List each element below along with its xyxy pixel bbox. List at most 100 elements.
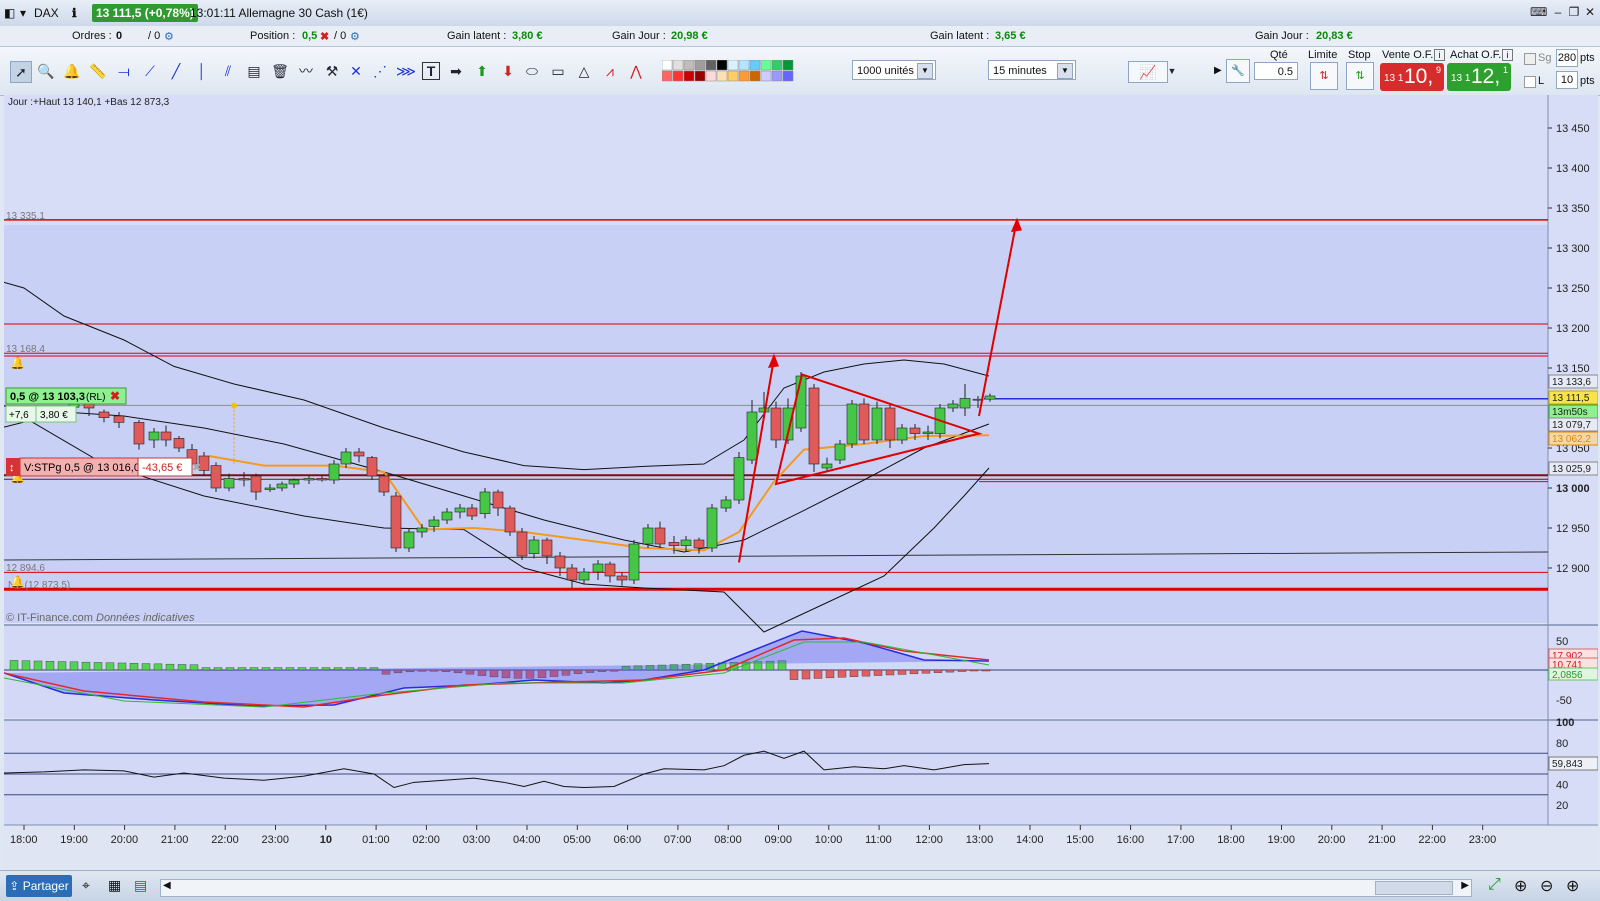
x-tick-label: 03:00 (463, 834, 491, 846)
qte-input[interactable]: 0.5 (1254, 62, 1298, 80)
x-tick-label: 07:00 (664, 834, 692, 846)
x-tick-label: 10:00 (815, 834, 843, 846)
chevron-down-icon[interactable]: ▾ (20, 6, 26, 20)
channel-icon[interactable]: ⫽ (218, 61, 238, 81)
gain-latent-value: 3,80 € (512, 30, 543, 42)
scroll-left-icon[interactable]: ◀ (163, 880, 171, 891)
grid-icon[interactable]: ▤ (134, 877, 147, 894)
fan-icon[interactable]: ⋰ (370, 61, 390, 81)
ellipse-icon[interactable]: ⬭ (522, 61, 542, 81)
l-checkbox[interactable] (1524, 76, 1536, 88)
buy-price-decimal: 1 (1503, 65, 1509, 75)
vertical-line-icon[interactable]: │ (192, 61, 212, 81)
cross-icon[interactable]: ✕ (346, 61, 366, 81)
x-tick-label: 21:00 (1368, 834, 1396, 846)
close-stop-icon[interactable]: ✖ (192, 462, 201, 474)
zoom-in-icon[interactable]: ⊕ (1566, 876, 1579, 896)
settings-icon[interactable]: ⚙ (350, 30, 360, 43)
time-axis[interactable] (4, 825, 1598, 870)
x-tick-label: 10 (320, 834, 332, 846)
stop-order-box[interactable]: ↕ V:STPg 0,5 @ 13 016,0 -43,65 € ✖ (6, 457, 201, 477)
macd-histogram-bar (141, 663, 151, 671)
drag-handle-icon[interactable]: ↕ (9, 462, 15, 474)
pattern-icon[interactable]: 〰 (296, 61, 316, 81)
table-icon[interactable]: ▦ (108, 877, 121, 894)
settings-icon[interactable]: ⚙ (164, 30, 174, 43)
limit-order-button[interactable]: ⇅ (1310, 62, 1338, 90)
crosshair-icon[interactable]: ⌖ (82, 877, 90, 894)
info-icon[interactable]: i (1434, 49, 1445, 61)
collapse-arrow-icon[interactable]: ▶ (1214, 65, 1222, 76)
chart-area[interactable]: 50-50 10080604020 13 45013 40013 35013 3… (3, 95, 1599, 870)
chevron-down-icon[interactable]: ▼ (917, 63, 933, 79)
macd-histogram-bar (909, 669, 919, 675)
share-button[interactable]: ⇪ Partager (6, 875, 72, 897)
indicators-icon[interactable]: 📈 (1128, 61, 1168, 83)
arrow-up-icon[interactable]: ⬆ (472, 61, 492, 81)
color-palette[interactable] (661, 59, 812, 82)
alert-bell-icon[interactable]: 🔔 (62, 61, 82, 81)
gain-jour-value: 20,98 € (671, 30, 708, 42)
l-points-input[interactable]: 10 (1556, 71, 1578, 89)
gann-icon[interactable]: ⋙ (396, 61, 416, 81)
macd-histogram-bar (885, 669, 895, 676)
segment-icon[interactable]: ⟋ (140, 61, 160, 81)
qte-label: Qté (1270, 49, 1288, 61)
candle-body (428, 519, 440, 527)
palette-swatch (683, 59, 695, 71)
trash-icon[interactable]: 🗑 (270, 61, 290, 81)
instrument-name[interactable]: DAX (34, 6, 59, 20)
close-position-icon[interactable]: ✖ (110, 389, 120, 403)
info-icon[interactable]: ℹ (72, 6, 77, 20)
sg-points-input[interactable]: 280 (1556, 49, 1578, 67)
chevron-down-icon[interactable]: ▼ (1057, 63, 1073, 79)
line-icon[interactable]: ╱ (166, 61, 186, 81)
rsi-pane[interactable] (4, 721, 1548, 825)
auto-scale-icon[interactable]: ⤢ (1488, 876, 1501, 894)
fibonacci-icon[interactable]: ▤ (244, 61, 264, 81)
x-tick-label: 18:00 (1217, 834, 1245, 846)
horizontal-line-icon[interactable]: ⟞ (114, 61, 134, 81)
macd-histogram-bar (189, 664, 199, 671)
arrow-right-icon[interactable]: ➡ (446, 61, 466, 81)
zoom-out-icon[interactable]: ⊖ (1540, 876, 1553, 896)
zigzag-icon[interactable]: ⋀ (626, 61, 646, 81)
scroll-right-icon[interactable]: ▶ (1461, 880, 1469, 891)
macd-tick-label: 50 (1556, 636, 1568, 648)
restore-icon[interactable]: ❐ (1566, 5, 1582, 19)
macd-histogram-bar (105, 662, 115, 671)
source-label: © IT-Finance.com (6, 612, 93, 624)
sell-button[interactable]: 13 1 10, 9 (1380, 63, 1444, 91)
ruler-icon[interactable]: 📏 (88, 61, 108, 81)
rectangle-icon[interactable]: ▭ (548, 61, 568, 81)
close-position-icon[interactable]: ✖ (320, 30, 329, 43)
units-select[interactable]: 1000 unités ▼ (852, 60, 936, 80)
alert-bell-icon[interactable]: 🔔 (10, 356, 25, 370)
tools-icon[interactable]: ⚒ (322, 61, 342, 81)
buy-button[interactable]: 13 1 12, 1 (1447, 63, 1511, 91)
price-chart-svg[interactable]: 50-50 10080604020 13 45013 40013 35013 3… (3, 95, 1599, 870)
arrow-down-icon[interactable]: ⬇ (498, 61, 518, 81)
zoom-icon[interactable]: 🔍 (36, 61, 56, 81)
zoom-fit-icon[interactable]: ⊕ (1514, 876, 1527, 896)
stop-order-button[interactable]: ⇅ (1346, 62, 1374, 90)
scrollbar-thumb[interactable] (1375, 881, 1453, 895)
keyboard-icon[interactable]: ⌨ (1530, 5, 1547, 19)
wrench-icon[interactable]: 🔧 (1226, 59, 1250, 83)
text-tool-icon[interactable]: T (422, 62, 440, 80)
horizontal-scrollbar[interactable]: ◀ ▶ (160, 879, 1472, 897)
sg-checkbox[interactable] (1524, 53, 1536, 65)
level-13335-label: 13 335,1 (6, 211, 45, 222)
minimize-icon[interactable]: – (1550, 5, 1566, 19)
info-icon[interactable]: i (1502, 49, 1513, 61)
pointer-icon[interactable]: ➚ (10, 61, 32, 83)
x-tick-label: 19:00 (60, 834, 88, 846)
polyline-icon[interactable]: ⩘ (600, 61, 620, 81)
alert-bell-icon[interactable]: 🔔 (10, 575, 25, 589)
macd-histogram-bar (957, 669, 967, 672)
chevron-down-icon[interactable]: ▼ (1166, 61, 1178, 81)
position-label: Position : (250, 30, 296, 42)
interval-select[interactable]: 15 minutes ▼ (988, 60, 1076, 80)
triangle-icon[interactable]: △ (574, 61, 594, 81)
close-icon[interactable]: ✕ (1582, 5, 1598, 19)
